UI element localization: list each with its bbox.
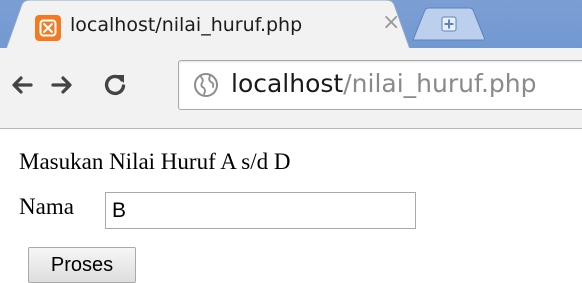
back-arrow-icon[interactable] — [7, 70, 37, 100]
address-url: localhost/nilai_huruf.php — [231, 69, 536, 98]
xampp-icon — [35, 15, 61, 41]
browser-toolbar: localhost/nilai_huruf.php — [0, 48, 582, 129]
name-label: Nama — [19, 194, 74, 219]
globe-icon — [194, 73, 218, 97]
proses-button[interactable]: Proses — [28, 247, 136, 283]
page-content: Masukan Nilai Huruf A s/d D Nama Proses — [0, 129, 582, 283]
tab-title: localhost/nilai_huruf.php — [70, 14, 303, 36]
forward-arrow-icon[interactable] — [47, 70, 77, 100]
new-tab-icon[interactable] — [409, 6, 485, 42]
url-host: localhost — [231, 69, 344, 98]
page-heading: Masukan Nilai Huruf A s/d D — [19, 149, 291, 174]
reload-icon[interactable] — [100, 70, 130, 100]
address-bar[interactable]: localhost/nilai_huruf.php — [178, 60, 582, 110]
tab-close-icon[interactable]: × — [382, 12, 400, 34]
name-input[interactable] — [105, 192, 416, 229]
url-path: /nilai_huruf.php — [343, 69, 537, 98]
